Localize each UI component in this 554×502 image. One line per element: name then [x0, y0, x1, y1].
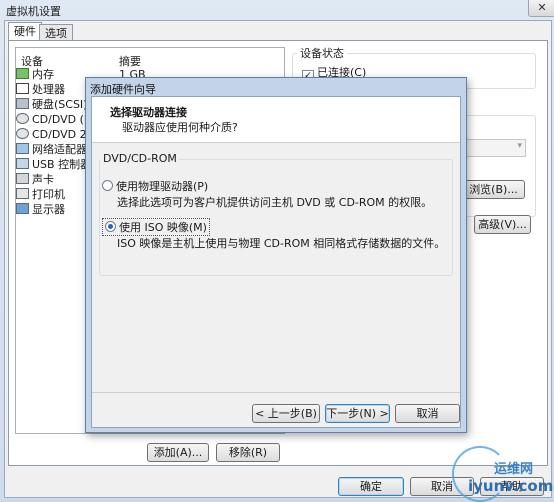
device-name: 打印机: [32, 188, 65, 201]
device-name: USB 控制器: [32, 158, 92, 171]
memory-icon: [16, 68, 29, 79]
device-status-label: 设备状态: [297, 45, 347, 61]
radio-selected-icon: [105, 221, 116, 232]
close-icon[interactable]: ✕: [528, 0, 554, 17]
dialog-title: 添加硬件向导: [90, 83, 156, 96]
speaker-icon: [16, 173, 29, 184]
device-name: 声卡: [32, 173, 54, 186]
iso-dropdown[interactable]: ▾: [463, 139, 526, 157]
dialog-body: 选择驱动器连接 驱动器应使用何种介质? DVD/CD-ROM 使用物理驱动器(P…: [91, 96, 461, 428]
cd-icon: [16, 128, 29, 139]
processor-icon: [16, 83, 29, 94]
next-button[interactable]: 下一步(N) >: [325, 404, 390, 423]
physical-drive-description: 选择此选项可为客户机提供访问主机 DVD 或 CD-ROM 的权限。: [117, 196, 433, 209]
watermark-cn: 运维网: [494, 462, 534, 477]
physical-drive-radio[interactable]: 使用物理驱动器(P): [102, 178, 208, 194]
watermark-url: iyunv.com: [468, 477, 554, 495]
iso-image-label: 使用 ISO 映像(M): [119, 221, 207, 234]
device-name: 显示器: [32, 203, 65, 216]
tab-hardware[interactable]: 硬件: [8, 22, 42, 42]
iso-image-description: ISO 映像是主机上使用与物理 CD-ROM 相同格式存储数据的文件。: [117, 237, 446, 250]
chevron-down-icon: ▾: [517, 141, 522, 151]
iso-image-radio[interactable]: 使用 ISO 映像(M): [102, 218, 210, 236]
dialog-header: 选择驱动器连接 驱动器应使用何种介质?: [92, 97, 460, 143]
physical-drive-label: 使用物理驱动器(P): [116, 180, 209, 193]
dialog-cancel-button[interactable]: 取消: [395, 404, 460, 423]
remove-hardware-button[interactable]: 移除(R): [216, 443, 280, 462]
device-name: 处理器: [32, 83, 65, 96]
dialog-subheading: 驱动器应使用何种介质?: [122, 121, 238, 134]
radio-icon: [102, 180, 113, 191]
add-hardware-wizard-dialog: 添加硬件向导 选择驱动器连接 驱动器应使用何种介质? DVD/CD-ROM 使用…: [85, 77, 467, 433]
add-hardware-button[interactable]: 添加(A)...: [147, 443, 209, 462]
device-name: 内存: [32, 68, 54, 81]
window-title: 虚拟机设置: [6, 5, 61, 18]
dialog-divider: [92, 392, 460, 393]
ok-button[interactable]: 确定: [338, 477, 404, 496]
cd-icon: [16, 113, 29, 124]
network-adapter-icon: [16, 143, 29, 154]
browse-button[interactable]: 浏览(B)...: [462, 180, 525, 199]
hard-disk-icon: [16, 98, 29, 109]
dialog-heading: 选择驱动器连接: [110, 106, 187, 119]
back-button[interactable]: < 上一步(B): [252, 404, 320, 423]
printer-icon: [16, 188, 29, 199]
advanced-button[interactable]: 高级(V)...: [474, 215, 531, 234]
usb-icon: [16, 158, 29, 169]
monitor-icon: [16, 203, 29, 214]
dvd-cdrom-label: DVD/CD-ROM: [101, 152, 179, 165]
device-name: 网络适配器: [32, 143, 87, 156]
device-name: 硬盘(SCSI): [32, 98, 88, 111]
